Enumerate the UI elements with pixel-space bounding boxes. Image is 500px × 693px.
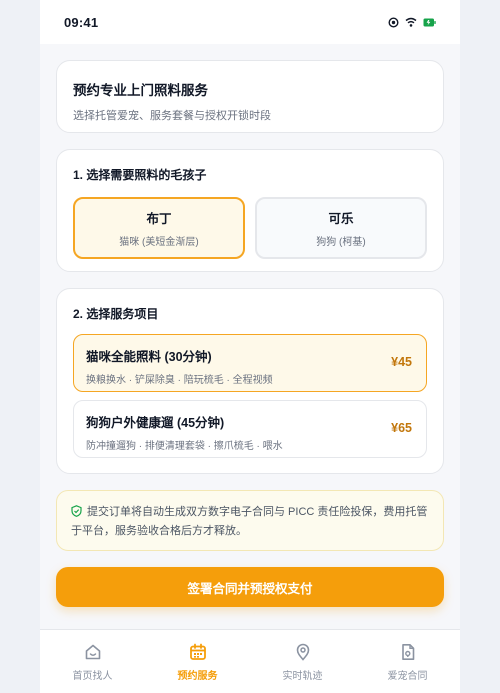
- service-name: 猫咪全能照料 (30分钟): [86, 350, 212, 364]
- location-pin-icon: [296, 643, 309, 661]
- pet-options: 布丁 猫咪 (美短金渐层) 可乐 狗狗 (柯基): [73, 197, 427, 259]
- pet-breed: 狗狗 (柯基): [316, 237, 366, 248]
- pet-name: 布丁: [146, 212, 172, 226]
- service-desc: 换粮换水 · 铲屎除臭 · 陪玩梳毛 · 全程视频: [86, 375, 273, 386]
- service-price: ¥45: [391, 355, 412, 369]
- pet-breed: 猫咪 (美短金渐层): [119, 237, 199, 248]
- status-time: 09:41: [64, 14, 99, 30]
- pet-name: 可乐: [328, 212, 354, 226]
- service-selection-card: 2. 选择服务项目 猫咪全能照料 (30分钟) 换粮换水 · 铲屎除臭 · 陪玩…: [56, 288, 444, 474]
- pet-selection-card: 1. 选择需要照料的毛孩子 布丁 猫咪 (美短金渐层) 可乐 狗狗 (柯基): [56, 149, 444, 272]
- service-desc: 防冲撞遛狗 · 排便清理套袋 · 擦爪梳毛 · 喂水: [86, 441, 283, 452]
- tab-label: 首页找人: [72, 671, 113, 682]
- tab-label: 爱宠合同: [387, 671, 428, 682]
- tab-booking[interactable]: 预约服务: [145, 630, 250, 693]
- pet-section-title: 1. 选择需要照料的毛孩子: [73, 168, 207, 182]
- status-icons: [388, 16, 436, 28]
- contract-notice: 提交订单将自动生成双方数字电子合同与 PICC 责任险投保，费用托管于平台，服务…: [56, 490, 444, 551]
- page-subtitle: 选择托管爱宠、服务套餐与授权开锁时段: [73, 110, 271, 122]
- home-icon: [85, 644, 100, 660]
- tab-label: 预约服务: [177, 671, 218, 682]
- app-screen: 09:41 预约专业上门照料服务 选择托管爱宠、服务套餐与授权开锁时段 1. 选…: [40, 0, 460, 693]
- pet-option-pudding[interactable]: 布丁 猫咪 (美短金渐层): [73, 197, 245, 259]
- document-icon: [401, 644, 414, 660]
- bottom-tab-bar: 首页找人 预约服务 实时轨迹 爱宠合同: [40, 629, 460, 693]
- calendar-icon: [189, 643, 206, 660]
- tab-label: 实时轨迹: [282, 671, 323, 682]
- tab-home[interactable]: 首页找人: [40, 630, 145, 693]
- hotspot-icon: [388, 16, 399, 28]
- service-section-title: 2. 选择服务项目: [73, 307, 159, 321]
- sign-contract-pay-button[interactable]: 签署合同并预授权支付: [56, 567, 444, 607]
- shield-check-icon: [71, 505, 82, 517]
- tab-contracts[interactable]: 爱宠合同: [355, 630, 460, 693]
- notice-text: 提交订单将自动生成双方数字电子合同与 PICC 责任险投保，费用托管于平台，服务…: [71, 506, 428, 537]
- status-bar: 09:41: [40, 0, 460, 44]
- wifi-icon: [405, 17, 417, 27]
- battery-icon: [423, 18, 436, 26]
- service-option-cat-care[interactable]: 猫咪全能照料 (30分钟) 换粮换水 · 铲屎除臭 · 陪玩梳毛 · 全程视频 …: [73, 334, 427, 392]
- service-option-dog-walk[interactable]: 狗狗户外健康遛 (45分钟) 防冲撞遛狗 · 排便清理套袋 · 擦爪梳毛 · 喂…: [73, 400, 427, 458]
- service-price: ¥65: [391, 421, 412, 435]
- service-name: 狗狗户外健康遛 (45分钟): [86, 416, 225, 430]
- tab-tracking[interactable]: 实时轨迹: [250, 630, 355, 693]
- intro-card: 预约专业上门照料服务 选择托管爱宠、服务套餐与授权开锁时段: [56, 60, 444, 133]
- pet-option-cola[interactable]: 可乐 狗狗 (柯基): [255, 197, 427, 259]
- page-title: 预约专业上门照料服务: [73, 83, 208, 98]
